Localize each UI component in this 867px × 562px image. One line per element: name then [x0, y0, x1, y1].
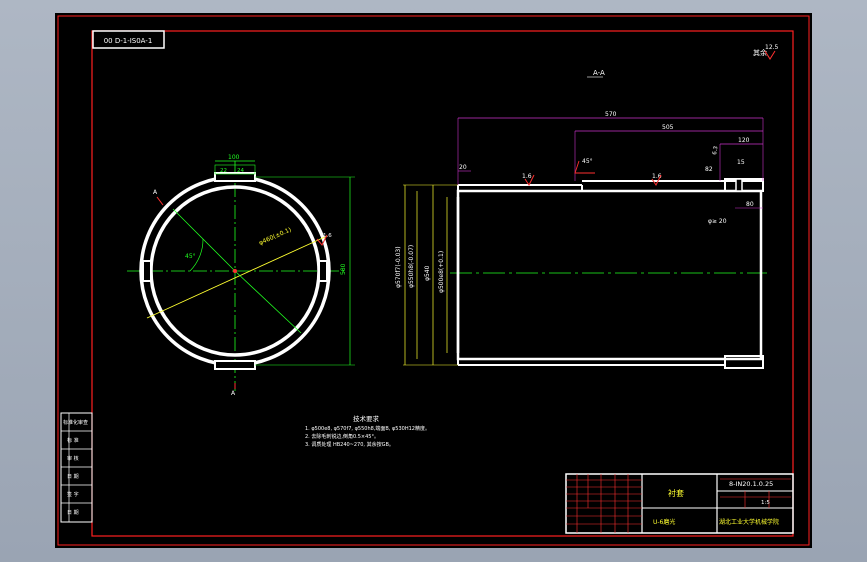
code-box-text: 00 D-1-IS0A-1	[104, 37, 153, 45]
left-table-3: 日 期	[67, 474, 79, 480]
left-table-2: 审 核	[67, 455, 79, 462]
tech-note-1: 1. φ500e8, φ570f7, φ550h8,端面B, φ530H12精度…	[305, 425, 430, 432]
title-company: 湖北工业大学机械学院	[719, 518, 779, 526]
title-block: 衬套 8-IN20.1.0.25 1:5 湖北工业大学机械学院 U-6磨光	[565, 473, 794, 534]
left-table-1: 标 准	[67, 437, 79, 444]
dia-3: φ540	[424, 265, 431, 281]
dia-1: φ570f7(-0.03)	[395, 246, 402, 288]
section-a-bottom: A	[231, 390, 236, 397]
dim-top-100: 100	[228, 154, 240, 161]
dim-total: 570	[605, 111, 617, 118]
cad-viewport[interactable]: 00 D-1-IS0A-1 其余 12.5 A-A 45° φ460(±0.1)…	[55, 13, 812, 548]
rough-a: 1.6	[522, 173, 532, 180]
left-table-0: 标准化审查	[63, 419, 88, 426]
dim-63: 6.3	[712, 145, 720, 155]
left-table-5: 日 期	[67, 510, 79, 516]
tech-title: 技术要求	[353, 414, 380, 423]
tech-note-3: 3. 调质处理 HB240~270, 其余按GB。	[305, 441, 394, 448]
left-revision-table: 标准化审查 标 准 审 核 日 期 签 字 日 期	[60, 412, 93, 523]
dim-22: 22	[220, 168, 227, 174]
section-mark: A-A	[593, 69, 605, 77]
left-view: 45° φ460(±0.1) 100 22 24 580 1.6 A A	[127, 154, 355, 397]
right-view: 570 505 120 20 45° 82 15 6.3 80 φ≥ 20 1.…	[395, 111, 767, 369]
dim-20: 20	[459, 164, 467, 171]
cad-drawing: 00 D-1-IS0A-1 其余 12.5 A-A 45° φ460(±0.1)…	[57, 15, 810, 546]
dim-80: 80	[746, 201, 754, 208]
title-drawing-no: 8-IN20.1.0.25	[729, 480, 773, 488]
dim-right-580: 580	[340, 263, 347, 275]
dim-45: 45°	[582, 158, 593, 165]
section-a-top: A	[153, 189, 158, 196]
dim-15: 15	[737, 159, 745, 166]
dim-505: 505	[662, 124, 674, 131]
tech-note-2: 2. 去除毛刺锐边,倒角0.5×45°。	[305, 433, 379, 440]
outer-frame	[57, 15, 810, 546]
roughness-default-value: 12.5	[765, 44, 779, 51]
diameter-label: φ460(±0.1)	[258, 226, 293, 246]
tech-notes: 技术要求 1. φ500e8, φ570f7, φ550h8,端面B, φ530…	[305, 414, 430, 448]
left-table-4: 签 字	[67, 491, 79, 498]
dim-82: 82	[705, 166, 713, 173]
dia-4: φ500e8(+0.1)	[438, 251, 445, 293]
left-roughness: 1.6	[323, 233, 332, 239]
angle-label: 45°	[185, 253, 196, 260]
title-grade: U-6磨光	[653, 518, 675, 526]
title-material: 衬套	[668, 488, 684, 498]
title-scale: 1:5	[761, 500, 770, 506]
dim-groove: φ≥ 20	[708, 218, 727, 225]
dim-24: 24	[237, 168, 244, 174]
dim-120: 120	[738, 137, 750, 144]
dia-2: φ550h8(-0.07)	[408, 245, 415, 288]
